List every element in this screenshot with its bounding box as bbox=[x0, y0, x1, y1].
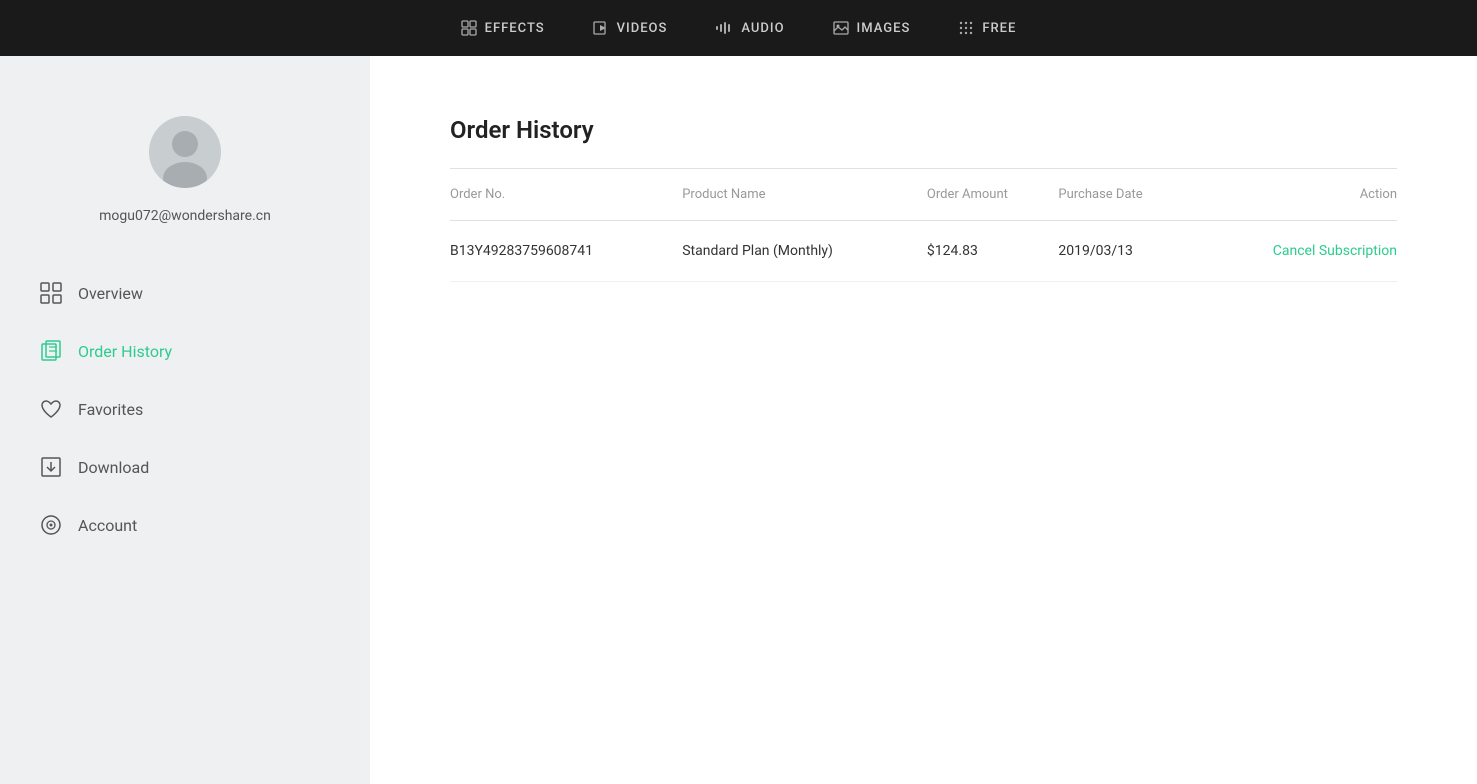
images-icon bbox=[833, 21, 849, 35]
free-icon bbox=[958, 20, 974, 36]
cell-order-amount: $124.83 bbox=[927, 221, 1058, 282]
sidebar-item-favorites-label: Favorites bbox=[78, 400, 143, 419]
cell-product-name: Standard Plan (Monthly) bbox=[682, 221, 927, 282]
cell-action[interactable]: Cancel Subscription bbox=[1195, 221, 1397, 282]
sidebar-menu: Overview Order History bbox=[0, 264, 370, 554]
user-email: mogu072@wondershare.cn bbox=[99, 208, 271, 224]
nav-free[interactable]: FREE bbox=[958, 20, 1016, 36]
cell-order-no: B13Y49283759608741 bbox=[450, 221, 682, 282]
favorites-icon bbox=[40, 398, 62, 420]
nav-audio[interactable]: AUDIO bbox=[715, 21, 784, 36]
main-layout: mogu072@wondershare.cn Overview bbox=[0, 56, 1477, 784]
col-header-order-amount: Order Amount bbox=[927, 169, 1058, 221]
sidebar-item-download[interactable]: Download bbox=[40, 438, 330, 496]
audio-icon bbox=[715, 21, 733, 35]
top-nav: EFFECTS VIDEOS AUDIO bbox=[0, 0, 1477, 56]
nav-effects-label: EFFECTS bbox=[485, 21, 545, 36]
nav-audio-label: AUDIO bbox=[741, 21, 784, 36]
table-header-row: Order No. Product Name Order Amount Purc… bbox=[450, 169, 1397, 221]
videos-icon bbox=[593, 21, 609, 35]
main-content: Order History Order No. Product Name Ord… bbox=[370, 56, 1477, 784]
sidebar-item-favorites[interactable]: Favorites bbox=[40, 380, 330, 438]
page-title: Order History bbox=[450, 116, 1397, 144]
sidebar-item-order-history-label: Order History bbox=[78, 342, 172, 361]
order-history-icon bbox=[40, 340, 62, 362]
cancel-subscription-button[interactable]: Cancel Subscription bbox=[1273, 243, 1397, 259]
nav-free-label: FREE bbox=[982, 21, 1016, 36]
sidebar-item-order-history[interactable]: Order History bbox=[40, 322, 330, 380]
col-header-action: Action bbox=[1195, 169, 1397, 221]
col-header-order-no: Order No. bbox=[450, 169, 682, 221]
sidebar-item-download-label: Download bbox=[78, 458, 149, 477]
table-row: B13Y49283759608741 Standard Plan (Monthl… bbox=[450, 221, 1397, 282]
sidebar-item-account[interactable]: Account bbox=[40, 496, 330, 554]
effects-icon bbox=[461, 20, 477, 36]
download-icon bbox=[40, 456, 62, 478]
nav-images[interactable]: IMAGES bbox=[833, 21, 911, 36]
nav-effects[interactable]: EFFECTS bbox=[461, 20, 545, 36]
sidebar-item-account-label: Account bbox=[78, 516, 137, 535]
nav-images-label: IMAGES bbox=[857, 21, 911, 36]
sidebar-item-overview-label: Overview bbox=[78, 284, 143, 303]
nav-videos-label: VIDEOS bbox=[617, 21, 668, 36]
sidebar-item-overview[interactable]: Overview bbox=[40, 264, 330, 322]
cell-purchase-date: 2019/03/13 bbox=[1058, 221, 1195, 282]
account-icon bbox=[40, 514, 62, 536]
overview-icon bbox=[40, 282, 62, 304]
avatar bbox=[149, 116, 221, 188]
nav-videos[interactable]: VIDEOS bbox=[593, 21, 668, 36]
col-header-product-name: Product Name bbox=[682, 169, 927, 221]
col-header-purchase-date: Purchase Date bbox=[1058, 169, 1195, 221]
sidebar: mogu072@wondershare.cn Overview bbox=[0, 56, 370, 784]
order-table: Order No. Product Name Order Amount Purc… bbox=[450, 169, 1397, 282]
